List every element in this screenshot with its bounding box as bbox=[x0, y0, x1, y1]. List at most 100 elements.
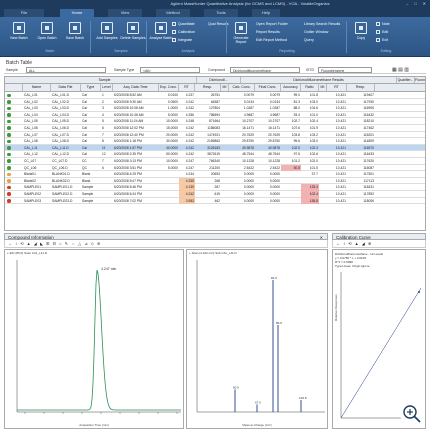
istd-select[interactable]: Fluorobenzene bbox=[318, 67, 372, 73]
column-header[interactable]: MI bbox=[221, 84, 229, 91]
analyze-batch-button[interactable]: Analyze Batch bbox=[148, 20, 174, 50]
sample-filter-select[interactable]: ALL bbox=[26, 67, 106, 73]
add-samples-button[interactable]: Add Samples bbox=[94, 20, 120, 50]
menu-integrate[interactable]: Integrate bbox=[172, 37, 192, 43]
column-header[interactable]: RT bbox=[179, 84, 195, 91]
table-row[interactable]: SAMPLE03 SAMPLE03.D Sample 6/20/2008 7:02 P… bbox=[5, 197, 425, 205]
table-row[interactable]: CC_L07 CC_L07.D CC 7 6/20/2008 3:13 PM 10.000… bbox=[5, 158, 425, 165]
table-cell: 0.0500 bbox=[167, 99, 178, 104]
table-cell: 10.421 bbox=[335, 99, 346, 104]
chromatogram-plot[interactable]: 4.247 min bbox=[5, 256, 185, 426]
table-cell: 101.0 bbox=[309, 112, 318, 117]
generate-report-button[interactable]: Generate Report bbox=[228, 20, 254, 50]
compound-info-toolbar[interactable]: ↔ ↕ ⟲ ▲ ◢ ◣ ⊞ ⊟ ⌂ ✎ ⇔ △ ⊿ ◇ ⊕ bbox=[4, 240, 328, 248]
table-cell: Cal bbox=[82, 106, 87, 111]
table-cell: 6/20/2008 1:57 PM bbox=[114, 145, 142, 150]
column-header[interactable]: Acq. Date-Time bbox=[113, 84, 159, 91]
column-header[interactable]: Name bbox=[23, 84, 51, 91]
table-row[interactable]: CAL_L05 CAL_L05.D Cal 5 6/20/2008 11:24 AM 10… bbox=[5, 118, 425, 125]
table-cell: 99.6 bbox=[293, 139, 300, 144]
compound-select[interactable]: Dichlorodifluoromethane bbox=[230, 67, 300, 73]
column-header[interactable]: Level bbox=[101, 84, 113, 91]
spectrum-plot[interactable]: 84.9 86.9 50.9 100.8 67.0 bbox=[187, 256, 329, 426]
column-header[interactable]: Accuracy bbox=[281, 84, 301, 91]
save-batch-button[interactable]: Save Batch bbox=[62, 20, 88, 50]
tab-method[interactable]: Method bbox=[156, 9, 190, 17]
table-cell: 6/20/2008 1:18 PM bbox=[114, 139, 142, 144]
table-row[interactable]: CAL_L07 CAL_L07.D Cal 7 6/20/2008 12:40 PM 20… bbox=[5, 132, 425, 139]
close-window-button[interactable]: ✕ bbox=[423, 0, 426, 8]
table-cell: 3872619 bbox=[207, 152, 220, 157]
column-header[interactable]: Final Conc. bbox=[255, 84, 281, 91]
table-cell: 0.0000 bbox=[243, 185, 254, 190]
calibration-toolbar[interactable]: ↔ ↕ ⟲ ▲ ◢ ⊕ bbox=[332, 240, 426, 248]
save-batch-icon bbox=[69, 22, 81, 34]
column-header[interactable]: Calc. Conc. bbox=[229, 84, 255, 91]
table-row[interactable]: QC_L06 QC_L06.D QC 6 6/20/2008 3:51 PM 5.0000… bbox=[5, 164, 425, 172]
column-header[interactable]: Resp. bbox=[195, 84, 221, 91]
menu-quantitate[interactable]: Quantitate bbox=[172, 21, 195, 27]
copy-button[interactable]: Copy bbox=[348, 20, 374, 50]
zoom-control[interactable] bbox=[400, 402, 424, 426]
table-cell: Cal bbox=[82, 112, 87, 117]
table-row[interactable]: CAL_L08 CAL_L08.D Cal 8 6/20/2008 1:18 PM 30.… bbox=[5, 138, 425, 145]
table-cell bbox=[319, 105, 327, 112]
layout-icons[interactable]: ▦ ▤ ▥ bbox=[392, 67, 409, 73]
table-cell: 267 bbox=[214, 185, 220, 190]
table-row[interactable]: SAMPLE02 SAMPLE02.D Sample 6/20/2008 6:24 P… bbox=[5, 190, 425, 198]
menu-query[interactable]: Query bbox=[304, 37, 314, 43]
tab-view[interactable]: View bbox=[108, 9, 142, 17]
table-row[interactable]: CAL_L06 CAL_L06.D Cal 6 6/20/2008 12:02 PM 15… bbox=[5, 125, 425, 132]
table-cell bbox=[301, 178, 319, 185]
calibration-header: Calibration Curve bbox=[332, 233, 426, 240]
table-row[interactable]: Blank01 BLANK01.D Blank 6/20/2008 4:29 PM 4.… bbox=[5, 171, 425, 178]
column-header[interactable] bbox=[13, 84, 23, 91]
menu-exit[interactable]: Exit bbox=[376, 37, 388, 43]
new-batch-button[interactable]: New Batch bbox=[6, 20, 32, 50]
table-row[interactable]: CAL_L04 CAL_L04.D Cal 4 6/20/2008 10:46 AM 5.… bbox=[5, 112, 425, 119]
table-cell: BLANK01.D bbox=[52, 172, 70, 177]
table-cell: 16.1471 bbox=[268, 125, 280, 130]
table-row[interactable]: Blank02 BLANK02.D Blank 6/20/2008 5:07 PM 4.… bbox=[5, 177, 425, 185]
group-editing: Editing bbox=[380, 49, 392, 53]
sample-type-select[interactable]: <All> bbox=[140, 67, 200, 73]
status-icon bbox=[7, 192, 11, 196]
table-row[interactable]: CAL_L02 CAL_L02.D Cal 2 6/20/2008 9:30 AM 0.0… bbox=[5, 99, 425, 106]
minimize-button[interactable]: – bbox=[406, 0, 408, 8]
menu-edit-report-method[interactable]: Edit Report Method bbox=[256, 37, 287, 43]
column-header[interactable]: Ratio bbox=[301, 84, 319, 91]
column-header[interactable]: Resp. bbox=[347, 84, 375, 91]
new-batch-icon bbox=[13, 22, 25, 34]
menu-report-results[interactable]: Report Results bbox=[256, 29, 280, 35]
table-cell: 155.8 bbox=[301, 197, 319, 205]
table-row[interactable]: SAMPLE01 SAMPLE01.D Sample 6/20/2008 5:46 P… bbox=[5, 184, 425, 191]
tab-help[interactable]: Help bbox=[252, 9, 280, 17]
menu-open-report-folder[interactable]: Open Report Folder bbox=[256, 21, 288, 27]
column-header[interactable]: MI bbox=[319, 84, 327, 91]
column-header[interactable]: RT bbox=[327, 84, 347, 91]
table-cell: 4.139 bbox=[179, 184, 195, 191]
tab-home[interactable]: Home bbox=[60, 9, 94, 17]
table-cell: 64587 bbox=[210, 99, 220, 104]
group-batch: Batch bbox=[45, 49, 55, 53]
column-header[interactable]: Type bbox=[81, 84, 101, 91]
table-row[interactable]: CAL_L12 CAL_L12.D Cal 12 6/20/2008 2:35 PM 50… bbox=[5, 151, 425, 158]
delete-samples-button[interactable]: Delete Samples bbox=[120, 20, 146, 50]
open-batch-button[interactable]: Open Batch bbox=[34, 20, 60, 50]
column-header[interactable]: Data File bbox=[51, 84, 81, 91]
table-cell: 81.3 bbox=[293, 99, 300, 104]
menu-note[interactable]: Note bbox=[376, 21, 390, 27]
tab-file[interactable]: File bbox=[4, 9, 44, 17]
table-cell: 4.256 bbox=[185, 112, 194, 117]
table-row[interactable]: CAL_L11 CAL_L11.D Cal 11 6/20/2008 1:57 PM 40… bbox=[5, 144, 425, 152]
menu-library-search-results[interactable]: Library Search Results bbox=[304, 21, 340, 27]
menu-calibration[interactable]: Calibration bbox=[172, 29, 195, 35]
maximize-button[interactable]: □ bbox=[414, 0, 416, 8]
table-row[interactable]: CAL_L03 CAL_L03.D Cal 3 6/20/2008 10:08 AM 1.… bbox=[5, 105, 425, 112]
tab-tools[interactable]: Tools bbox=[204, 9, 238, 17]
group-header: Sample bbox=[13, 77, 197, 83]
menu-edit[interactable]: Edit bbox=[376, 29, 388, 35]
menu-outlier-window[interactable]: Outlier Window bbox=[304, 29, 328, 35]
column-header[interactable]: Exp. Conc. bbox=[159, 84, 179, 91]
table-row[interactable]: CAL_L01 CAL_L01.D Cal 1 6/20/2008 8:52 AM 0.0… bbox=[5, 92, 425, 99]
